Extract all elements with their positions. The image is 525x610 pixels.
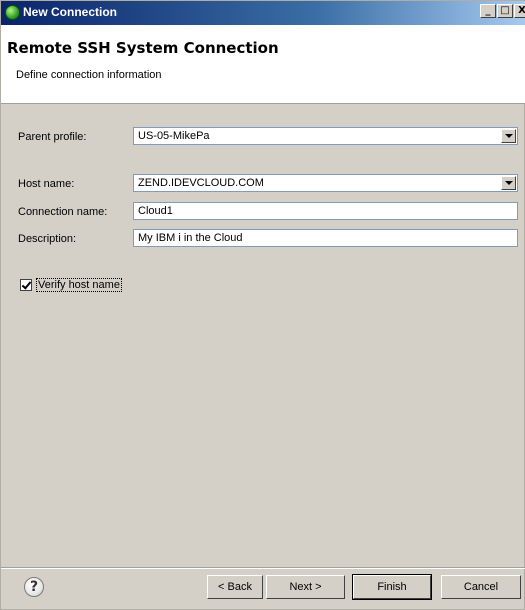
parent-profile-label: Parent profile: — [18, 131, 87, 143]
chevron-down-icon[interactable] — [501, 129, 516, 143]
title-bar[interactable]: New Connection _ □ X — [1, 1, 525, 25]
host-name-dropdown[interactable]: ZEND.IDEVCLOUD.COM — [133, 174, 518, 192]
app-icon — [5, 5, 20, 20]
footer-separator — [1, 567, 525, 569]
page-description: Define connection information — [16, 69, 162, 81]
close-button[interactable]: X — [514, 4, 525, 18]
parent-profile-dropdown[interactable]: US-05-MikePa — [133, 127, 518, 145]
description-label: Description: — [18, 233, 77, 245]
wizard-header: Remote SSH System Connection Define conn… — [1, 25, 525, 104]
maximize-button[interactable]: □ — [497, 4, 513, 18]
description-field[interactable]: My IBM i in the Cloud — [133, 229, 518, 247]
connection-name-field[interactable]: Cloud1 — [133, 202, 518, 220]
new-connection-dialog: New Connection _ □ X Remote SSH System C… — [0, 0, 525, 610]
chevron-down-icon[interactable] — [501, 176, 516, 190]
parent-profile-value: US-05-MikePa — [138, 130, 210, 142]
back-button[interactable]: < Back — [207, 575, 263, 599]
verify-host-checkbox[interactable] — [20, 279, 32, 291]
verify-host-label[interactable]: Verify host name — [36, 278, 122, 292]
finish-button[interactable]: Finish — [352, 574, 432, 600]
minimize-button[interactable]: _ — [480, 4, 496, 18]
next-button[interactable]: Next > — [266, 575, 345, 599]
page-title: Remote SSH System Connection — [7, 39, 279, 57]
help-icon[interactable]: ? — [24, 577, 44, 597]
host-name-label: Host name: — [18, 178, 75, 190]
window-title: New Connection — [23, 5, 118, 19]
cancel-button[interactable]: Cancel — [441, 575, 521, 599]
connection-name-label: Connection name: — [18, 206, 108, 218]
host-name-value: ZEND.IDEVCLOUD.COM — [138, 177, 264, 189]
